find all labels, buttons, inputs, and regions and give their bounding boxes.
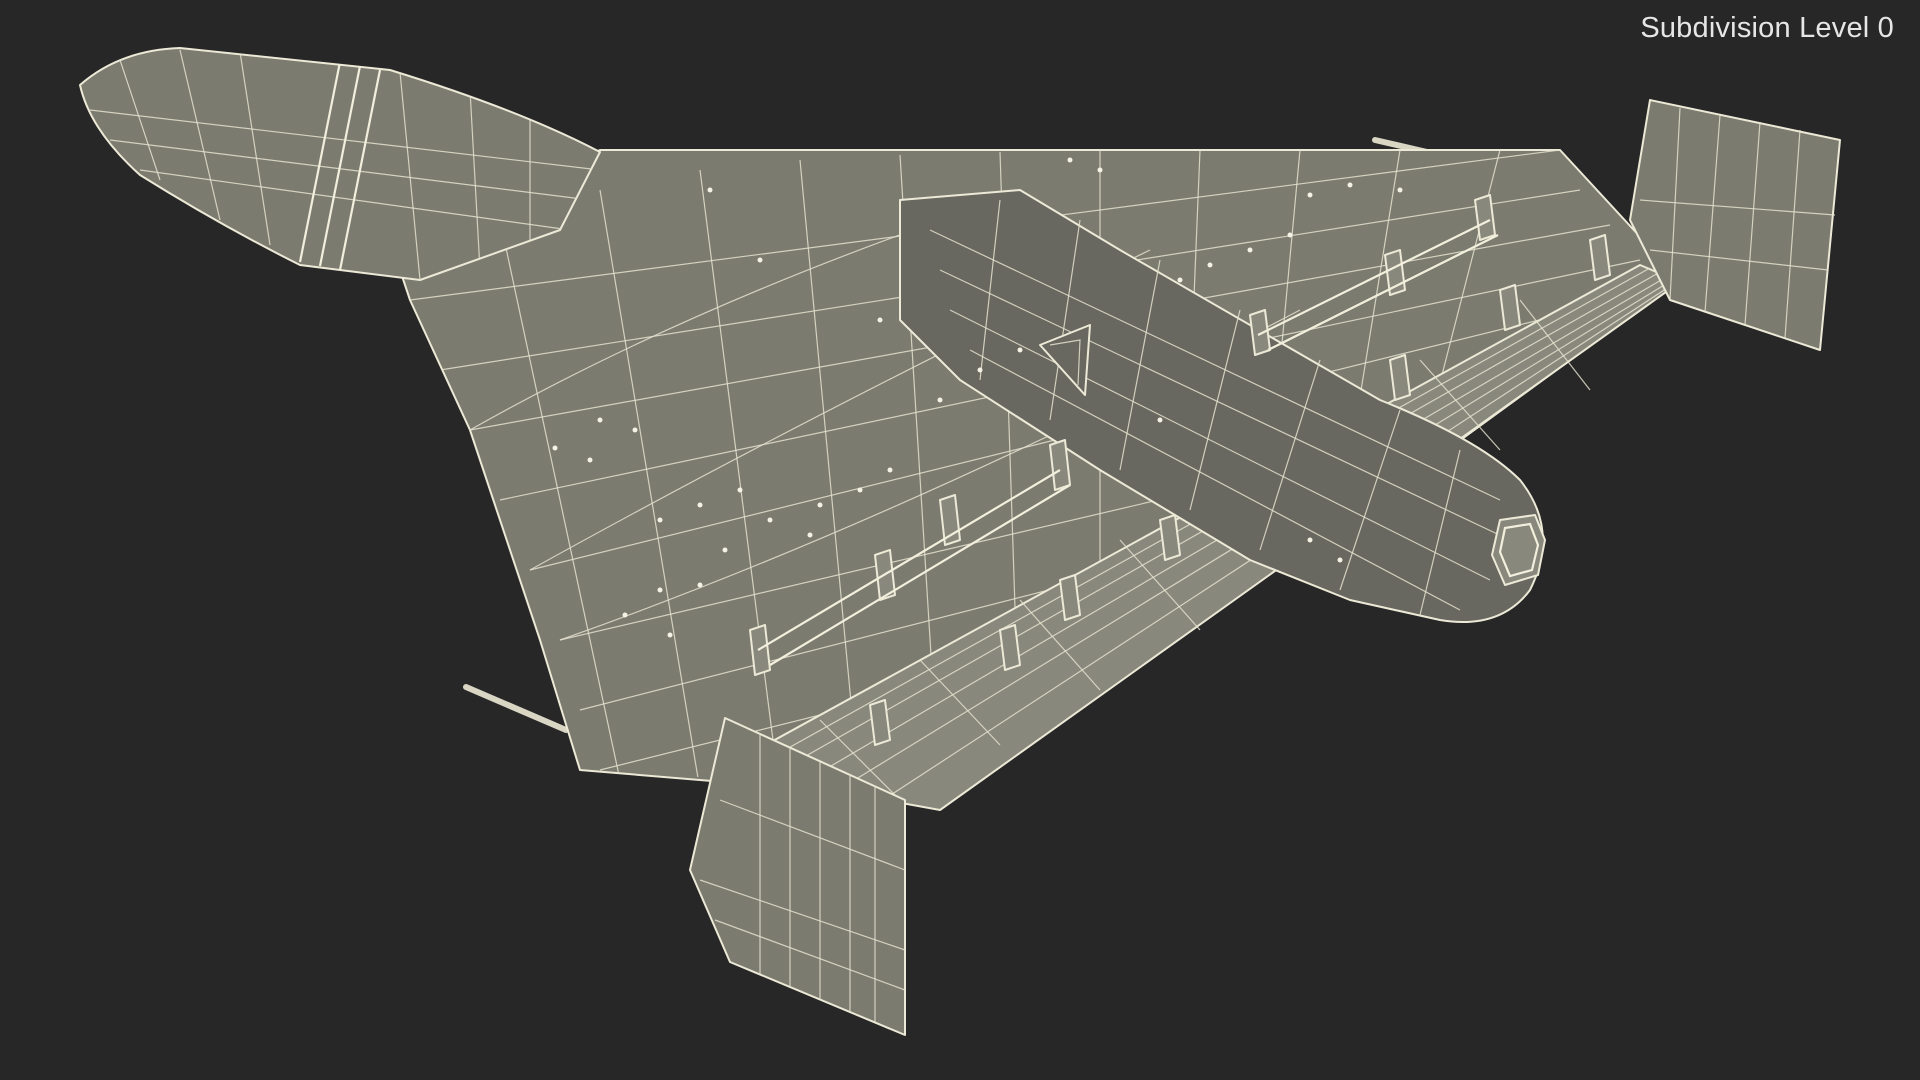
subdivision-level-label: Subdivision Level 0 bbox=[1640, 12, 1894, 44]
aircraft-wireframe-model bbox=[79, 47, 1841, 1036]
3d-viewport[interactable]: Subdivision Level 0 bbox=[0, 0, 1920, 1080]
antenna-left bbox=[463, 684, 569, 733]
right-vertical-fin bbox=[1629, 99, 1841, 351]
